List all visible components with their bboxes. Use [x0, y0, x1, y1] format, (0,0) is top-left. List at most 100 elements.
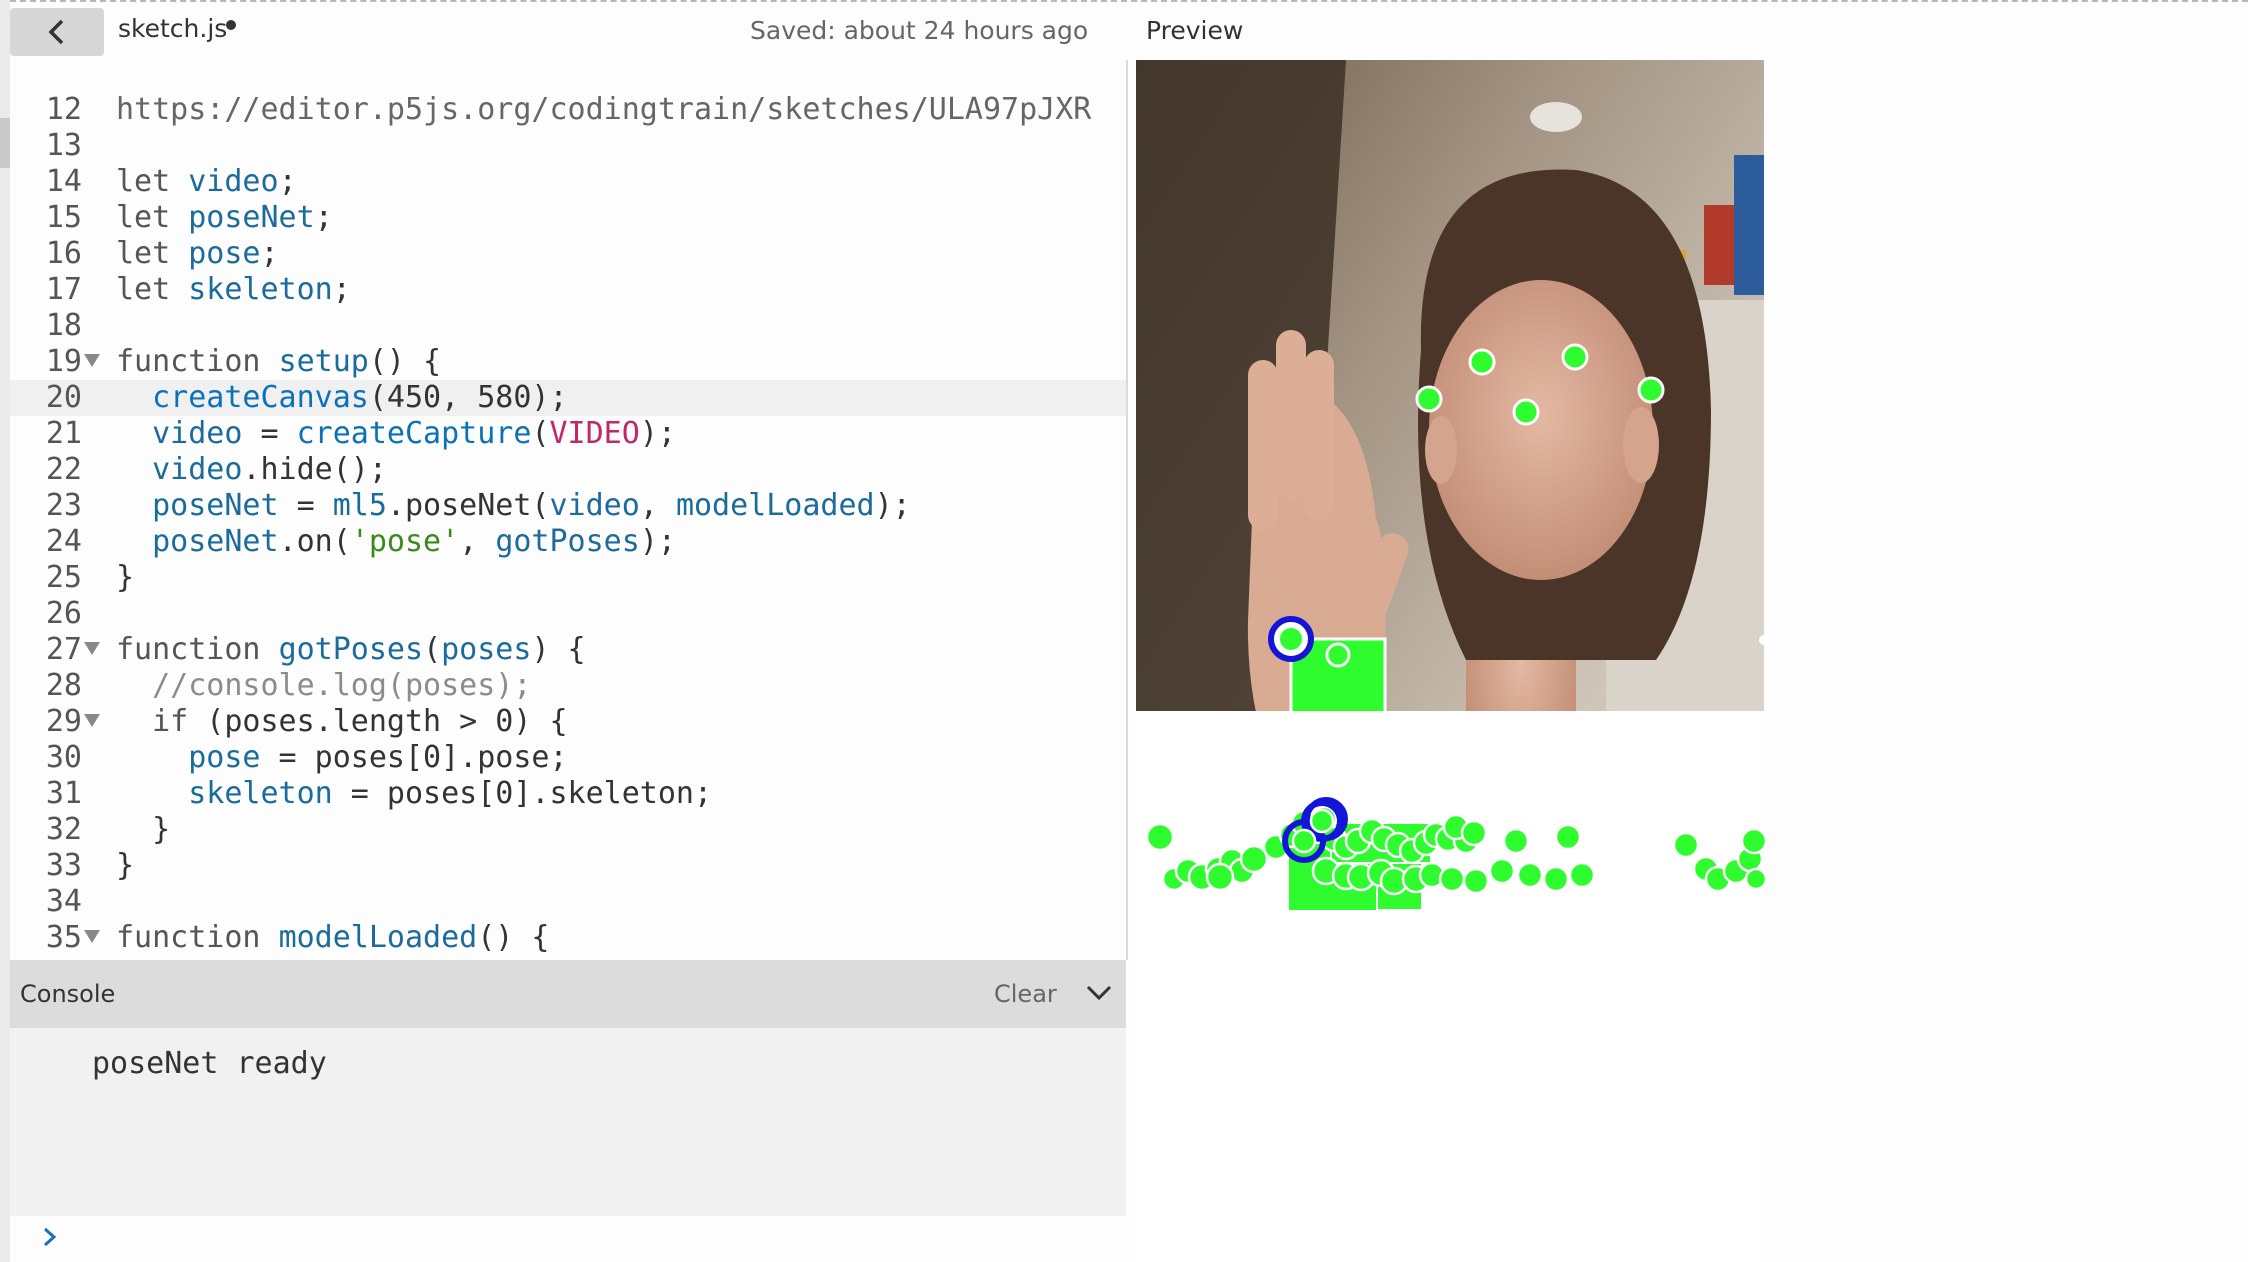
code-text: video.hide(); [152, 452, 387, 487]
nose-keypoint [1512, 398, 1540, 426]
line-number: 13 [45, 128, 82, 163]
line-number: 24 [45, 524, 82, 559]
code-line: 29 if (poses.length > 0) { [10, 704, 1126, 740]
line-number: 29 [45, 704, 82, 739]
chevron-down-icon[interactable] [1084, 978, 1114, 1008]
top-bar: sketch.js Saved: about 24 hours ago Prev… [0, 0, 2248, 60]
fold-arrow-icon[interactable] [84, 354, 100, 367]
code-line-active: 20 createCanvas(450, 580); [10, 380, 1126, 416]
code-text: let skeleton; [116, 272, 351, 307]
line-number: 26 [45, 596, 82, 631]
code-text: createCanvas(450, 580); [152, 380, 568, 415]
fold-arrow-icon[interactable] [84, 930, 100, 943]
right-eye-keypoint [1561, 343, 1589, 371]
line-number: 35 [45, 920, 82, 955]
chevron-right-icon [44, 1227, 57, 1247]
code-text: if (poses.length > 0) { [152, 704, 568, 739]
code-text: function setup() { [116, 344, 442, 379]
code-text: } [116, 812, 171, 847]
code-text: video = createCapture(VIDEO); [152, 416, 676, 451]
collapse-sidebar-button[interactable] [10, 8, 104, 56]
preview-title: Preview [1146, 16, 1244, 45]
fold-arrow-icon[interactable] [84, 714, 100, 727]
code-text: poseNet = ml5.poseNet(video, modelLoaded… [152, 488, 911, 523]
code-line: 12 [10, 92, 1126, 128]
line-number: 14 [45, 164, 82, 199]
line-number: 17 [45, 272, 82, 307]
line-number: 30 [45, 740, 82, 775]
code-text: //console.log(poses); [152, 668, 532, 703]
code-text: } [116, 848, 135, 883]
code-line: 16 let pose; [10, 236, 1126, 272]
line-number: 18 [45, 308, 82, 343]
line-number: 21 [45, 416, 82, 451]
chevron-left-icon [48, 19, 64, 45]
code-line: 23 poseNet = ml5.poseNet(video, modelLoa… [10, 488, 1126, 524]
code-line: 35 function modelLoaded() { [10, 920, 1126, 956]
console-header: Console Clear [10, 960, 1126, 1028]
code-editor[interactable]: https://editor.p5js.org/codingtrain/sket… [10, 60, 1128, 960]
code-line: 18 [10, 308, 1126, 344]
code-line: 27 function gotPoses(poses) { [10, 632, 1126, 668]
code-line: 32 } [10, 812, 1126, 848]
line-number: 16 [45, 236, 82, 271]
code-line: 25} [10, 560, 1126, 596]
code-text: skeleton = poses[0].skeleton; [188, 776, 713, 811]
fold-arrow-icon[interactable] [84, 642, 100, 655]
pose-trail-canvas [1136, 711, 1768, 1262]
code-text: function gotPoses(poses) { [116, 632, 586, 667]
line-number: 15 [45, 200, 82, 235]
unsaved-indicator [226, 20, 236, 30]
code-text: let poseNet; [116, 200, 333, 235]
wrist-keypoint [1325, 642, 1351, 668]
line-number: 25 [45, 560, 82, 595]
code-line: 34 [10, 884, 1126, 920]
code-line: 31 skeleton = poses[0].skeleton; [10, 776, 1126, 812]
line-number: 19 [45, 344, 82, 379]
right-ear-keypoint [1637, 376, 1665, 404]
left-ear-keypoint [1415, 385, 1443, 413]
save-status: Saved: about 24 hours ago [750, 16, 1089, 45]
file-name[interactable]: sketch.js [118, 14, 227, 43]
console-clear-button[interactable]: Clear [994, 980, 1057, 1008]
console-message: poseNet ready [92, 1046, 327, 1081]
code-line: 19 function setup() { [10, 344, 1126, 380]
code-text: poseNet.on('pose', gotPoses); [152, 524, 676, 559]
code-line: 28 //console.log(poses); [10, 668, 1126, 704]
console-output: poseNet ready [10, 1028, 1126, 1216]
line-number: 34 [45, 884, 82, 919]
code-line: 30 pose = poses[0].pose; [10, 740, 1126, 776]
console-input[interactable] [10, 1216, 1126, 1262]
preview-panel [1136, 60, 2036, 1262]
code-line: 21 video = createCapture(VIDEO); [10, 416, 1126, 452]
code-text: function modelLoaded() { [116, 920, 550, 955]
line-number: 31 [45, 776, 82, 811]
edge-keypoint [1759, 635, 1769, 645]
code-text: let video; [116, 164, 297, 199]
code-line: 22 video.hide(); [10, 452, 1126, 488]
line-number: 32 [45, 812, 82, 847]
code-text: } [116, 560, 135, 595]
code-line: 24 poseNet.on('pose', gotPoses); [10, 524, 1126, 560]
line-number: 33 [45, 848, 82, 883]
line-number: 12 [45, 92, 82, 127]
code-text: let pose; [116, 236, 279, 271]
code-line: 33} [10, 848, 1126, 884]
line-number: 28 [45, 668, 82, 703]
code-line: 15 let poseNet; [10, 200, 1126, 236]
console-title: Console [20, 980, 116, 1008]
code-line: 17 let skeleton; [10, 272, 1126, 308]
code-line: 14 let video; [10, 164, 1126, 200]
code-line: https://editor.p5js.org/codingtrain/sket… [10, 60, 1126, 127]
scroll-marker [0, 118, 10, 168]
line-number: 27 [45, 632, 82, 667]
code-line: 26 [10, 596, 1126, 632]
code-text: pose = poses[0].pose; [188, 740, 568, 775]
side-gutter [0, 0, 10, 1262]
line-number: 23 [45, 488, 82, 523]
code-line: 13 [10, 128, 1126, 164]
line-number: 20 [45, 380, 82, 415]
wrist-ring-center [1280, 628, 1302, 650]
left-eye-keypoint [1468, 348, 1496, 376]
line-number: 22 [45, 452, 82, 487]
